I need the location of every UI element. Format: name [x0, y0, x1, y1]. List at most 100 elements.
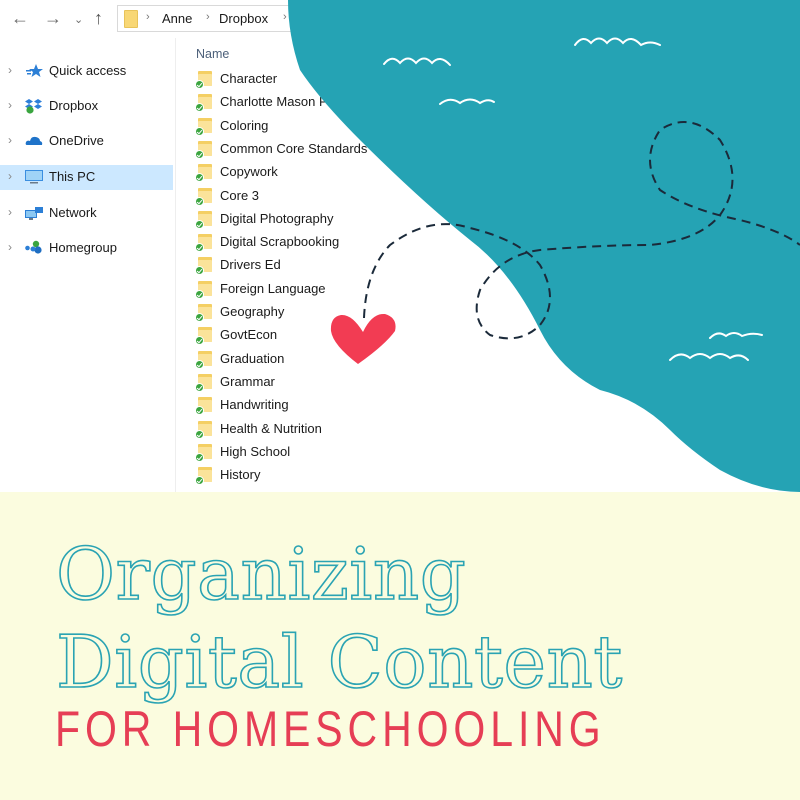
arrow-right-icon[interactable]: → [44, 8, 62, 28]
file-name: Character [220, 71, 278, 86]
title-line-1: Organizing [55, 531, 467, 617]
breadcrumb-item[interactable]: Dropbox [219, 11, 268, 26]
file-list-item[interactable]: Coloring [195, 116, 496, 138]
sidebar-item-quick-access[interactable]: › Quick access [0, 59, 173, 84]
file-list-item[interactable]: Geography [195, 302, 496, 324]
column-header-name[interactable]: Name [196, 47, 229, 61]
sync-check-icon [195, 359, 204, 369]
file-list-item[interactable]: Character [195, 69, 496, 91]
file-name: Common Core Standards [220, 140, 368, 156]
file-name: Graduation [220, 350, 285, 366]
breadcrumb-separator[interactable]: › [283, 11, 287, 23]
file-name: Handwriting [220, 397, 289, 413]
file-list-item[interactable]: Graduation [195, 349, 496, 371]
folder-icon [195, 187, 212, 206]
sidebar-item-label: Quick access [49, 63, 127, 78]
sync-check-icon [195, 452, 204, 462]
subtitle: FOR HOMESCHOOLING [55, 701, 606, 757]
file-name: Foreign Language [220, 280, 326, 296]
file-name: High School [220, 443, 291, 459]
folder-icon [195, 164, 212, 183]
file-list-item[interactable]: Handwriting [195, 395, 496, 417]
sidebar-item-label: This PC [49, 169, 96, 184]
file-list-item[interactable]: Drivers Ed [195, 255, 496, 277]
file-list-item[interactable]: Digital Scrapbooking [195, 232, 496, 254]
file-list-item[interactable]: Core 3 [195, 186, 496, 208]
sidebar-item-label: Homegroup [49, 240, 117, 255]
folder-icon [195, 280, 212, 299]
title-banner: Organizing Digital Content FOR HOMESCHOO… [0, 492, 800, 800]
sync-check-icon [195, 196, 204, 206]
file-list-item[interactable]: High School [195, 442, 496, 464]
sidebar-item-network[interactable]: › Network [0, 201, 173, 226]
sidebar-item-onedrive[interactable]: › OneDrive [0, 129, 173, 154]
chevron-right-icon[interactable]: › [8, 133, 12, 147]
file-name: Charlotte Mason Pr [220, 94, 332, 110]
sidebar-item-dropbox[interactable]: › Dropbox [0, 94, 173, 119]
chevron-right-icon[interactable]: › [8, 240, 12, 254]
sidebar-item-label: Network [49, 205, 97, 220]
network-icon [25, 207, 43, 220]
file-list-item[interactable]: Foreign Language [195, 279, 496, 301]
sync-check-icon [195, 289, 204, 299]
file-list-item[interactable]: History [195, 465, 496, 487]
breadcrumb-item[interactable]: Anne [162, 11, 192, 26]
folder-icon [195, 350, 212, 369]
folder-icon [195, 234, 212, 253]
file-list-item[interactable]: Digital Photography [195, 209, 496, 231]
sync-check-icon [195, 336, 204, 346]
sync-check-icon [195, 173, 204, 183]
chevron-right-icon[interactable]: › [8, 205, 12, 219]
title-line-2: Digital Content [55, 619, 623, 705]
chevron-right-icon[interactable]: › [8, 169, 12, 183]
dropbox-icon [25, 99, 42, 114]
sync-check-icon [195, 406, 204, 416]
star-icon [26, 64, 43, 77]
folder-icon [195, 257, 212, 276]
homegroup-icon [25, 240, 42, 254]
sync-check-icon [195, 429, 204, 439]
arrow-left-icon[interactable]: ← [11, 8, 29, 28]
file-list-item[interactable]: Grammar [195, 372, 496, 394]
sync-check-icon [195, 219, 204, 229]
navigation-pane: › Quick access › Dropbox › OneDrive › Th… [0, 38, 176, 492]
sync-check-icon [195, 80, 204, 89]
file-name: Health & Nutrition [220, 420, 322, 436]
sync-check-icon [195, 149, 204, 159]
file-list-item[interactable]: GovtEcon [195, 325, 496, 347]
sync-check-icon [195, 382, 204, 392]
file-name: Core 3 [220, 187, 260, 203]
folder-icon [195, 373, 212, 392]
folder-icon [195, 397, 212, 416]
file-list-item[interactable]: Common Core Standards [195, 139, 496, 161]
folder-icon [195, 420, 212, 439]
sidebar-item-homegroup[interactable]: › Homegroup [0, 236, 173, 261]
cloud-icon [25, 136, 43, 145]
file-list-item[interactable]: Charlotte Mason Pr [195, 92, 496, 114]
file-name: History [220, 467, 261, 483]
folder-icon [195, 140, 212, 159]
folder-icon [195, 71, 212, 89]
arrow-up-icon[interactable]: ↑ [94, 8, 103, 28]
file-name: Digital Scrapbooking [220, 234, 340, 250]
folder-icon [195, 467, 212, 486]
sidebar-item-this-pc[interactable]: › This PC [0, 165, 173, 190]
file-list-item[interactable]: Health & Nutrition [195, 419, 496, 441]
file-list-item[interactable]: Copywork [195, 162, 496, 184]
sync-check-icon [195, 313, 204, 322]
sync-check-icon [195, 103, 204, 113]
file-name: Grammar [220, 373, 275, 389]
address-bar[interactable]: › Anne › Dropbox › [117, 5, 800, 32]
file-name: GovtEcon [220, 327, 278, 343]
chevron-right-icon[interactable]: › [8, 63, 12, 77]
chevron-right-icon[interactable]: › [8, 98, 12, 112]
file-name: Drivers Ed [220, 257, 281, 273]
breadcrumb-separator[interactable]: › [206, 11, 210, 23]
chevron-down-icon[interactable]: ⌄ [74, 10, 83, 30]
file-name: Coloring [220, 117, 269, 133]
folder-icon [195, 94, 212, 113]
file-name: Geography [220, 304, 285, 319]
sync-check-icon [195, 476, 204, 486]
breadcrumb-separator[interactable]: › [146, 11, 150, 23]
folder-icon [195, 117, 212, 136]
